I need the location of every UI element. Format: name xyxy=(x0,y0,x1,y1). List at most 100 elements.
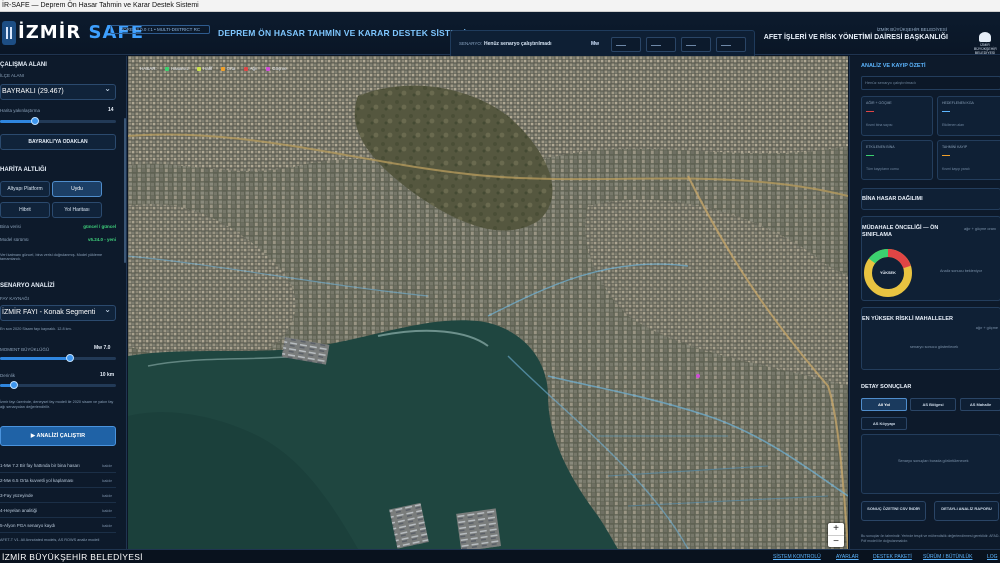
basemap-title: HARİTA ALTLIĞI xyxy=(0,167,47,173)
depth-slider[interactable] xyxy=(0,381,116,389)
legend-item-label: Göçme xyxy=(272,66,287,71)
map-zoom-control: + − xyxy=(828,523,844,547)
history-row-label: 1-Mw 7.2 Bir fay hattında bir bina hasar… xyxy=(0,463,80,468)
scenario-text: Henüz senaryo çalıştırılmadı xyxy=(484,41,552,47)
priority-hint: Analiz sonucu bekleniyor xyxy=(940,269,983,273)
kpi-value-dash xyxy=(942,155,950,156)
version-badge: CORE v4.0.0 r:1 • MULTI-DISTRICT RC xyxy=(110,25,210,34)
emblem-text: İZMİR BÜYÜKŞEHİR BELEDİYESİ xyxy=(974,43,997,55)
focus-button[interactable]: BAYRAKLI'YA ODAKLAN xyxy=(0,134,116,150)
zoom-label: Harita yakınlaştırma xyxy=(0,108,41,113)
kpi-label: ETKİLENEN BİNA xyxy=(866,145,895,149)
kpi-label: AĞIR + GÖÇME xyxy=(866,101,892,105)
zoom-slider[interactable] xyxy=(0,117,116,125)
history-row[interactable]: 4-Heyelan analitiği kaldır xyxy=(0,505,116,518)
status-row: Model sürümü v5.24.0 - yeni xyxy=(0,237,116,242)
magnitude-slider-knob[interactable] xyxy=(66,354,74,362)
magnitude-slider[interactable] xyxy=(0,354,116,362)
tab-all-road[interactable]: All Yol xyxy=(861,398,907,411)
disclaimer-note: Bu sonuçlar ön tahmindir. Yerinde tespit… xyxy=(861,534,1000,543)
zoom-in-button[interactable]: + xyxy=(828,523,844,535)
history-row[interactable]: 1-Mw 7.2 Bir fay hattında bir bina hasar… xyxy=(0,460,116,473)
kpi-card: TAHMİNİ KAYIP Kısmi kayıp yaralı xyxy=(937,140,1000,180)
legend-swatch xyxy=(165,66,170,71)
left-footer-note: AFET-T V1. All Annotated models, AS ROWS… xyxy=(0,538,100,542)
zoom-value: 14 xyxy=(108,107,114,113)
scenario-mw: Mw xyxy=(591,41,600,47)
history-row[interactable]: 5-Afyon PGA senaryo kaydı kaldır xyxy=(0,520,116,533)
zoom-out-button[interactable]: − xyxy=(828,535,844,547)
footer-org: İZMİR BÜYÜKŞEHİR BELEDİYESİ xyxy=(2,552,143,562)
scenario-title: SENARYO ANALİZİ xyxy=(0,283,55,289)
legend-item-label: Hasarsız xyxy=(171,66,189,71)
basemap-satellite-button[interactable]: Uydu xyxy=(52,181,102,197)
satellite-map[interactable]: HASAR: Hasarsız Hafif Orta Ağır Göçme + … xyxy=(128,56,848,549)
damage-distribution-card[interactable]: BİNA HASAR DAĞILIMI xyxy=(861,188,1000,210)
zoom-slider-knob[interactable] xyxy=(31,117,39,125)
app-header: İZMİR SAFE CORE v4.0.0 r:1 • MULTI-DISTR… xyxy=(0,12,1000,58)
footer-link-version[interactable]: SÜRÜM / BÜTÜNLÜK xyxy=(923,554,972,560)
kpi-card: AĞIR + GÖÇME Kısmi bina sayısı xyxy=(861,96,933,136)
detail-hint: Senaryo sonuçları burada görüntülenecek xyxy=(898,459,969,463)
history-row-action[interactable]: kaldır xyxy=(102,490,112,502)
history-row-label: 4-Heyelan analitiği xyxy=(0,508,38,513)
priority-title: MÜDAHALE ÖNCELİĞİ — ÖN SINIFLAMA xyxy=(862,225,939,238)
magnitude-slider-fill xyxy=(0,357,70,360)
damage-title: BİNA HASAR DAĞILIMI xyxy=(862,196,923,202)
priority-tag: ağır + göçme oranı xyxy=(964,227,996,231)
footer-link-settings[interactable]: AYARLAR xyxy=(836,554,859,560)
scenario-chip xyxy=(611,37,641,52)
kpi-value-dash xyxy=(866,111,874,112)
status-row-label: Model sürümü xyxy=(0,237,29,242)
kpi-label: TAHMİNİ KAYIP xyxy=(942,145,968,149)
kpi-value-dash xyxy=(866,155,874,156)
district-select[interactable]: BAYRAKLI (29.467) xyxy=(0,82,116,100)
history-row-action[interactable]: kaldır xyxy=(102,505,112,517)
kpi-value-dash xyxy=(942,111,950,112)
kpi-label: HEDEFLENEN KGA xyxy=(942,101,974,105)
municipality-emblem: İZMİR BÜYÜKŞEHİR BELEDİYESİ xyxy=(974,32,997,56)
kpi-sub: Tüm kayıpların cumu xyxy=(866,167,899,171)
tab-neighborhood[interactable]: AS Mahalle xyxy=(960,398,1000,411)
kpi-sub: Kısmi bina sayısı xyxy=(866,123,893,127)
footer-link-system[interactable]: SİSTEM KONTROLÜ xyxy=(773,554,821,560)
status-row-label: Bina verisi xyxy=(0,224,21,229)
fault-select[interactable]: İZMİR FAYI - Konak Segmenti xyxy=(0,303,116,321)
summary-input[interactable]: Henüz senaryo çalıştırılmadı xyxy=(861,76,1000,90)
history-row[interactable]: 2-Mw 6.5 Orta kuvvetli yol kaplaması kald… xyxy=(0,475,116,488)
emblem-icon xyxy=(979,32,991,42)
csv-download-button[interactable]: SONUÇ ÖZETİNİ CSV İNDİR xyxy=(861,501,926,521)
report-button[interactable]: DETAYLI ANALİZ RAPORU xyxy=(934,501,999,521)
detail-title: DETAY SONUÇLAR xyxy=(861,384,912,390)
zoom-slider-fill xyxy=(0,120,35,123)
depth-value: 10 km xyxy=(100,372,115,378)
basemap-road-button[interactable]: Yol Haritası xyxy=(52,202,102,218)
kpi-sub: Etkilenen alan xyxy=(942,123,964,127)
footer-link-log[interactable]: LOG xyxy=(987,554,998,560)
history-row-label: 3-Fay yüzeyinde xyxy=(0,493,34,498)
area-label: İLÇE ALANI xyxy=(0,73,25,78)
depth-slider-knob[interactable] xyxy=(10,381,18,389)
brand-main: İZMİR xyxy=(18,22,82,43)
legend-item-label: Orta xyxy=(226,66,236,71)
scenario-note: İzmir fayı üzerinde, deneysel fay modeli… xyxy=(0,400,114,409)
kpi-card: HEDEFLENEN KGA Etkilenen alan xyxy=(937,96,1000,136)
run-analysis-button[interactable]: ▶ ANALİZİ ÇALIŞTIR xyxy=(0,426,116,446)
history-row-action[interactable]: kaldır xyxy=(102,475,112,487)
legend-item-medium: Orta xyxy=(220,66,236,71)
footer-link-support[interactable]: DESTEK PAKETİ xyxy=(873,554,912,560)
fault-note: En son 2020 Sisam fayı kaynaklı. 12.8 km… xyxy=(0,327,72,331)
history-row-action[interactable]: kaldır xyxy=(102,520,112,532)
scenario-chip xyxy=(716,37,746,52)
tab-region[interactable]: AS Bölgesi xyxy=(910,398,956,411)
history-row-action[interactable]: kaldır xyxy=(102,460,112,472)
basemap-platform-button[interactable]: Altyapı Platform xyxy=(0,181,50,197)
left-scrollbar[interactable] xyxy=(124,118,126,263)
footer: İZMİR BÜYÜKŞEHİR BELEDİYESİ SİSTEM KONTR… xyxy=(0,549,1000,563)
window-title: İR-SAFE — Deprem Ön Hasar Tahmin ve Kara… xyxy=(0,0,1000,12)
history-row[interactable]: 3-Fay yüzeyinde kaldır xyxy=(0,490,116,503)
tab-village[interactable]: AS Köyyapı xyxy=(861,417,907,430)
scenario-status-box: SENARYO: Henüz senaryo çalıştırılmadı Mw xyxy=(450,30,755,58)
basemap-hybrid-button[interactable]: Hibrit xyxy=(0,202,50,218)
org-main: AFET İŞLERİ VE RİSK YÖNETİMİ DAİRESİ BAŞ… xyxy=(763,34,948,41)
